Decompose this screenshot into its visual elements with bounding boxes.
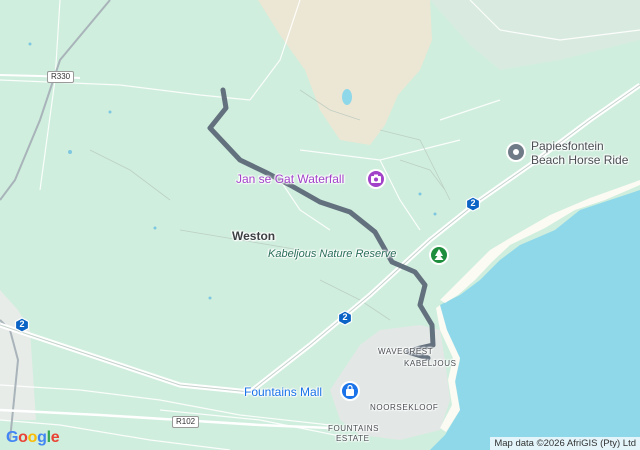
urban-strip-left	[0, 290, 36, 420]
map-canvas[interactable]: Weston WAVECREST KABELJOUS NOORSEKLOOF F…	[0, 0, 640, 450]
place-label-weston: Weston	[232, 229, 276, 243]
tree-icon[interactable]	[429, 245, 449, 265]
place-label-fountains-estate-2: ESTATE	[336, 434, 370, 443]
poi-label-beach-ride-1[interactable]: Papiesfontein	[531, 139, 604, 153]
n2-shield-center-label: 2	[342, 312, 348, 322]
sand-dunes-right	[430, 0, 640, 70]
grey-road-west	[0, 0, 111, 201]
shopping-bag-icon[interactable]	[340, 381, 360, 401]
n2-shield-west-label: 2	[19, 319, 25, 329]
poi-label-mall[interactable]: Fountains Mall	[244, 385, 322, 399]
sand-area	[258, 0, 432, 145]
r330-shield: R330	[47, 71, 75, 83]
poi-label-waterfall[interactable]: Jan se Gat Waterfall	[236, 172, 344, 186]
place-label-noorsekloof: NOORSEKLOOF	[370, 403, 439, 412]
place-label-fountains-estate-1: FOUNTAINS	[328, 424, 380, 433]
camera-icon[interactable]	[366, 169, 386, 189]
n2-shield-east-label: 2	[470, 198, 476, 208]
map-base-layer	[0, 0, 640, 450]
n2-shield-west: 2	[14, 317, 30, 333]
n2-shield-east: 2	[465, 196, 481, 212]
n2-shield-center: 2	[337, 310, 353, 326]
google-logo: Google	[6, 429, 60, 446]
poi-label-beach-ride-2[interactable]: Beach Horse Ride	[531, 153, 628, 167]
place-label-wavecrest: WAVECREST	[378, 347, 434, 356]
location-pin-icon[interactable]	[506, 142, 526, 162]
poi-label-nature-reserve[interactable]: Kabeljous Nature Reserve	[268, 248, 396, 260]
pond	[342, 89, 352, 105]
r102-shield: R102	[172, 416, 200, 428]
place-label-kabeljous: KABELJOUS	[404, 359, 457, 368]
map-attribution[interactable]: Map data ©2026 AfriGIS (Pty) Ltd	[490, 437, 640, 450]
